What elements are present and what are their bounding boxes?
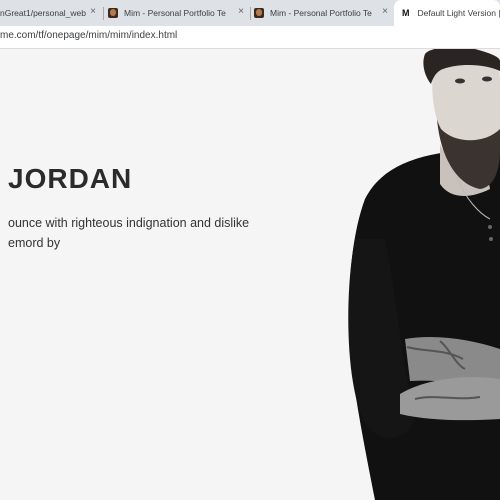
tab-separator (250, 7, 251, 20)
hero-name: JORDAN (8, 163, 133, 194)
mim-logo-icon: M (402, 8, 410, 18)
tab-label: nGreat1/personal_web (0, 8, 87, 18)
tab-separator (103, 7, 104, 20)
favicon-portrait-icon (108, 8, 118, 18)
close-icon[interactable]: × (238, 7, 244, 17)
tab-mim-portfolio-1[interactable]: Mim - Personal Portfolio Te × (108, 0, 248, 26)
favicon-portrait-icon (254, 8, 264, 18)
address-bar[interactable]: me.com/tf/onepage/mim/mim/index.html (0, 26, 500, 49)
close-icon[interactable]: × (90, 7, 96, 17)
tab-label: Mim - Personal Portfolio Te (124, 8, 226, 18)
tab-default-light-version[interactable]: M Default Light Version | (394, 0, 500, 26)
hero-tagline: ounce with righteous indignation and dis… (8, 216, 250, 250)
tab-strip: nGreat1/personal_web × Mim - Personal Po… (0, 0, 500, 26)
hero-portrait-image (345, 49, 500, 500)
tab-label: Default Light Version | (417, 8, 500, 18)
close-icon[interactable]: × (382, 7, 388, 17)
url-text[interactable]: me.com/tf/onepage/mim/mim/index.html (0, 30, 177, 41)
tab-label: Mim - Personal Portfolio Te (270, 8, 372, 18)
tab-mim-portfolio-2[interactable]: Mim - Personal Portfolio Te × (254, 0, 392, 26)
hero-section: JORDAN ounce with righteous indignation … (0, 49, 500, 500)
tab-github[interactable]: nGreat1/personal_web × (0, 0, 100, 26)
